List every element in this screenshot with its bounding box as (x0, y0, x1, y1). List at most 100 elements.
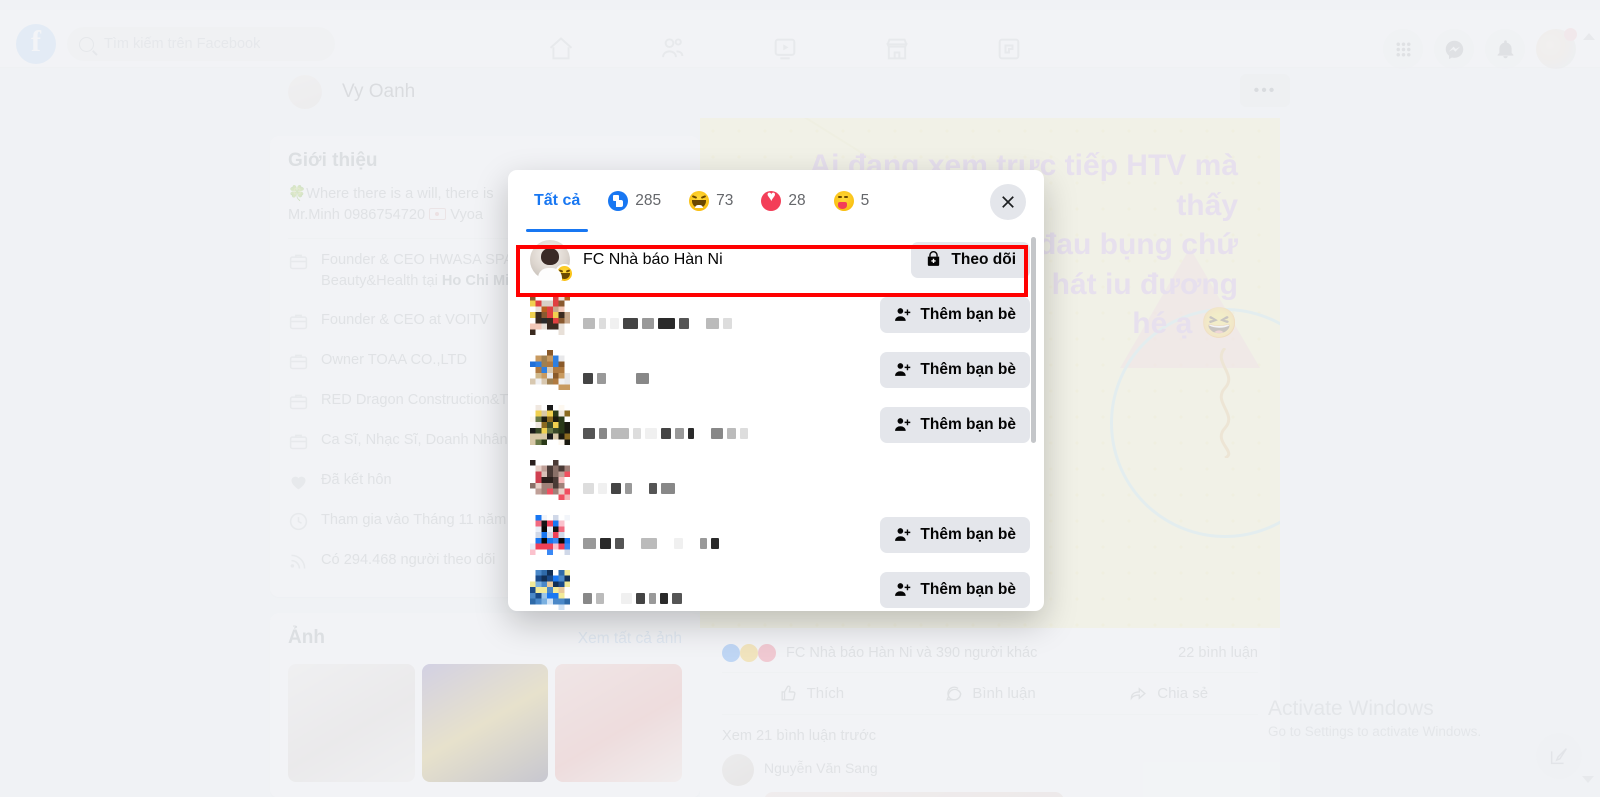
tab-all[interactable]: Tất cả (525, 170, 589, 232)
reactor-row[interactable]: Thêm bạn bè (508, 562, 1044, 611)
name-block (615, 538, 624, 549)
name-block (675, 428, 684, 439)
add-friend-button[interactable]: Thêm bạn bè (880, 351, 1030, 388)
tab-like[interactable]: 285 (608, 170, 661, 232)
screen: f Tìm kiếm trên Facebook Vy Oanh ••• Giớ… (0, 0, 1600, 797)
add-friend-button[interactable]: Thêm bạn bè (880, 296, 1030, 333)
see-previous-comments-link[interactable]: Xem 21 bình luận trước (722, 715, 1258, 754)
reactor-avatar-blurred[interactable] (530, 294, 570, 335)
share-action-label: Chia sẻ (1157, 685, 1209, 702)
like-reaction-icon (608, 191, 629, 211)
tab-care[interactable]: 5 (833, 170, 870, 232)
modal-scrollbar-thumb[interactable] (1031, 237, 1036, 443)
groups-icon[interactable] (995, 35, 1023, 63)
notifications-icon[interactable] (1485, 29, 1525, 69)
comment-action[interactable]: Bình luận (901, 673, 1080, 714)
name-block (660, 593, 668, 604)
follow-button[interactable]: Theo dõi (911, 241, 1030, 278)
commenter-avatar[interactable] (722, 754, 754, 786)
name-block (583, 538, 596, 549)
reactor-avatar[interactable] (530, 239, 574, 283)
name-block (636, 593, 645, 604)
intro-item-label: Tham gia vào Tháng 11 năm (321, 511, 507, 528)
reactor-avatar-blurred[interactable] (530, 404, 570, 445)
photos-title: Ảnh (288, 626, 325, 648)
add-friend-button[interactable]: Thêm bạn bè (880, 516, 1030, 553)
follow-icon (925, 251, 942, 268)
reactor-avatar-blurred[interactable] (530, 349, 570, 390)
add-friend-button[interactable]: Thêm bạn bè (880, 571, 1030, 608)
name-block (611, 483, 621, 494)
comment-image[interactable] (764, 792, 1064, 797)
name-block (649, 593, 656, 604)
tab-haha[interactable]: 73 (689, 170, 733, 232)
name-block (723, 318, 732, 329)
tab-care-count: 5 (860, 192, 870, 209)
name-block (661, 428, 671, 439)
home-icon[interactable] (547, 35, 575, 63)
messenger-icon[interactable] (1434, 29, 1474, 69)
modal-scrollbar-track[interactable] (1031, 232, 1040, 611)
close-icon[interactable] (990, 184, 1026, 220)
button-label: Thêm bạn bè (920, 415, 1016, 433)
avatar[interactable] (1536, 28, 1577, 69)
marketplace-icon[interactable] (883, 35, 911, 63)
intro-item-label: Founder & CEO HWASA SPA; Beauty&Health tạ… (321, 252, 518, 290)
comments-count[interactable]: 22 bình luận (1178, 645, 1258, 661)
search-icon (79, 36, 94, 52)
profile-avatar[interactable] (288, 75, 322, 109)
reactor-avatar-blurred[interactable] (530, 569, 570, 610)
bio-line-1: Where there is a will, there is (306, 186, 494, 202)
photo-thumbnail[interactable] (421, 663, 549, 782)
name-gap (610, 373, 619, 384)
tab-all-label: Tất cả (534, 192, 581, 209)
intro-item-label: RED Dragon Construction&Tr (321, 391, 513, 408)
photo-thumbnail[interactable] (555, 663, 683, 782)
tab-love[interactable]: 28 (761, 170, 806, 232)
add-friend-button[interactable]: Thêm bạn bè (880, 406, 1030, 443)
comment-row: Nguyễn Văn Sang (722, 754, 1258, 792)
reactor-row[interactable]: FC Nhà báo Hàn Ni Theo dõi (508, 232, 1044, 287)
facebook-logo-icon[interactable]: f (16, 24, 56, 64)
friends-icon[interactable] (659, 35, 687, 63)
name-block (583, 593, 592, 604)
care-reaction-icon (833, 191, 854, 211)
reactors-summary[interactable]: FC Nhà báo Hàn Ni và 390 người khác (722, 644, 1037, 662)
button-label: Theo dõi (951, 250, 1016, 268)
tab-haha-count: 73 (716, 192, 734, 209)
reactor-avatar-blurred[interactable] (530, 514, 570, 555)
scroll-up-arrow[interactable] (1583, 33, 1595, 40)
name-block (633, 428, 641, 439)
tab-like-count: 285 (635, 192, 662, 209)
name-block (599, 428, 607, 439)
name-block (596, 593, 604, 604)
reactor-row[interactable] (508, 452, 1044, 507)
reactor-avatar-blurred[interactable] (530, 459, 570, 500)
more-options-button[interactable]: ••• (1240, 74, 1290, 107)
reactor-row[interactable]: Thêm bạn bè (508, 342, 1044, 397)
name-block (583, 483, 594, 494)
video-icon[interactable] (771, 35, 799, 63)
add-friend-icon (894, 361, 911, 378)
see-all-photos-link[interactable]: Xem tất cả ảnh (578, 630, 682, 648)
name-gap (623, 373, 632, 384)
menu-grid-icon[interactable] (1383, 29, 1423, 69)
commenter-name[interactable]: Nguyễn Văn Sang (764, 754, 878, 776)
like-action[interactable]: Thích (722, 673, 901, 714)
share-action[interactable]: Chia sẻ (1079, 673, 1258, 714)
reactor-row[interactable]: Thêm bạn bè (508, 397, 1044, 452)
reactors-list[interactable]: FC Nhà báo Hàn Ni Theo dõi Thêm bạn bè Thêm… (508, 232, 1044, 611)
name-gap (698, 428, 707, 439)
reactor-row[interactable]: Thêm bạn bè (508, 287, 1044, 342)
logo-letter: f (31, 25, 41, 58)
search-input[interactable]: Tìm kiếm trên Facebook (67, 27, 335, 61)
intro-item-label: Owner TOAA CO.,LTD (321, 351, 467, 368)
decor-squiggle (1219, 348, 1231, 458)
compose-icon[interactable] (1536, 733, 1582, 779)
scroll-down-arrow[interactable] (1582, 776, 1594, 783)
add-friend-icon (894, 581, 911, 598)
clock-icon (288, 511, 309, 532)
photo-thumbnail[interactable] (288, 663, 415, 782)
reactor-name (583, 452, 1030, 507)
reactor-row[interactable]: Thêm bạn bè (508, 507, 1044, 562)
